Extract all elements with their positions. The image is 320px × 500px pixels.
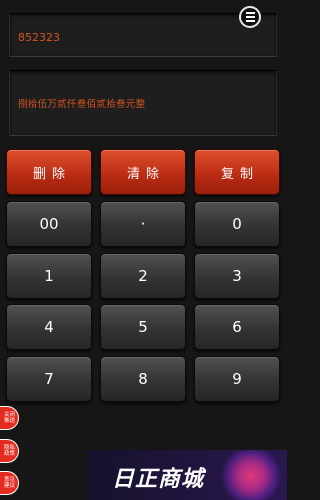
delete-button[interactable]: 删除 <box>6 149 92 195</box>
store-banner[interactable]: 日正商城 <box>87 450 287 500</box>
clear-button[interactable]: 清除 <box>100 149 186 195</box>
hamburger-menu-icon <box>245 12 255 14</box>
key-7[interactable]: 7 <box>6 356 92 402</box>
key-3[interactable]: 3 <box>194 253 280 299</box>
chinese-amount-value: 捌拾伍万贰仟叁佰贰拾叁元整 <box>18 99 146 110</box>
key-dot[interactable]: · <box>100 201 186 247</box>
key-0[interactable]: 0 <box>194 201 280 247</box>
key-1[interactable]: 1 <box>6 253 92 299</box>
privacy-policy-button[interactable]: 隐私 政策 <box>0 439 19 463</box>
key-8[interactable]: 8 <box>100 356 186 402</box>
key-00[interactable]: 00 <box>6 201 92 247</box>
number-display: 852323 <box>9 13 277 57</box>
chinese-amount-display: 捌拾伍万贰仟叁佰贰拾叁元整 <box>9 70 277 136</box>
banner-glow-graphic <box>221 450 281 500</box>
key-4[interactable]: 4 <box>6 304 92 350</box>
feedback-button[interactable]: 意见 建议 <box>0 471 19 495</box>
key-6[interactable]: 6 <box>194 304 280 350</box>
banner-logo-text: 日正商城 <box>112 467 205 492</box>
close-push-button[interactable]: 关闭 推送 <box>0 406 19 430</box>
key-9[interactable]: 9 <box>194 356 280 402</box>
key-2[interactable]: 2 <box>100 253 186 299</box>
number-value: 852323 <box>18 31 60 44</box>
copy-button[interactable]: 复制 <box>194 149 280 195</box>
menu-button[interactable] <box>239 6 261 28</box>
key-5[interactable]: 5 <box>100 304 186 350</box>
